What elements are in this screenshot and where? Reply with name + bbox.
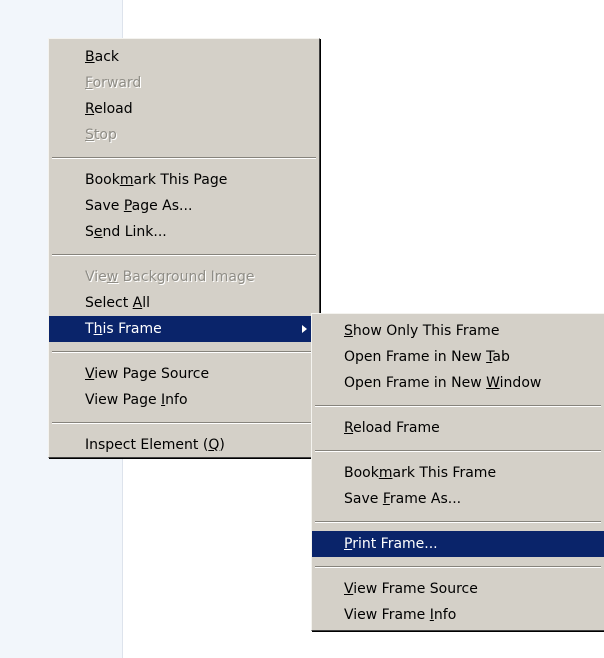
- menu-item-send-link[interactable]: Send Link...: [49, 219, 319, 245]
- menu-item-bookmark-frame[interactable]: Bookmark This Frame: [312, 460, 604, 486]
- menu-item-reload[interactable]: Reload: [49, 96, 319, 122]
- menu-item-view-page-source[interactable]: View Page Source: [49, 361, 319, 387]
- menu-item-open-frame-tab[interactable]: Open Frame in New Tab: [312, 344, 604, 370]
- menu-item-view-page-info[interactable]: View Page Info: [49, 387, 319, 413]
- this-frame-submenu: Show Only This Frame Open Frame in New T…: [311, 313, 604, 631]
- menu-separator: [52, 351, 316, 353]
- menu-item-forward: Forward: [85, 75, 142, 91]
- menu-item-print-frame[interactable]: Print Frame...: [312, 531, 604, 557]
- menu-item-stop: Stop: [85, 127, 117, 143]
- menu-separator: [315, 566, 601, 568]
- menu-item-view-background-image: View Background Image: [85, 269, 255, 285]
- menu-item-save-frame[interactable]: Save Frame As...: [312, 486, 604, 512]
- context-menu: Back Forward Reload Stop Bookmark This P…: [48, 38, 320, 458]
- menu-item-reload-frame[interactable]: Reload Frame: [312, 415, 604, 441]
- menu-separator: [315, 521, 601, 523]
- menu-item-bookmark-page[interactable]: Bookmark This Page: [49, 167, 319, 193]
- menu-separator: [52, 254, 316, 256]
- menu-separator: [52, 157, 316, 159]
- menu-item-view-frame-info[interactable]: View Frame Info: [312, 602, 604, 628]
- menu-item-open-frame-window[interactable]: Open Frame in New Window: [312, 370, 604, 396]
- menu-item-this-frame[interactable]: This Frame: [49, 316, 319, 342]
- menu-separator: [52, 422, 316, 424]
- menu-item-select-all[interactable]: Select All: [49, 290, 319, 316]
- menu-separator: [315, 405, 601, 407]
- menu-item-inspect-element[interactable]: Inspect Element (Q): [49, 432, 319, 458]
- menu-separator: [315, 450, 601, 452]
- menu-item-save-page[interactable]: Save Page As...: [49, 193, 319, 219]
- submenu-arrow-icon: [302, 325, 307, 333]
- menu-item-show-only-frame[interactable]: Show Only This Frame: [312, 318, 604, 344]
- menu-item-back[interactable]: Back: [49, 44, 319, 70]
- menu-item-view-frame-source[interactable]: View Frame Source: [312, 576, 604, 602]
